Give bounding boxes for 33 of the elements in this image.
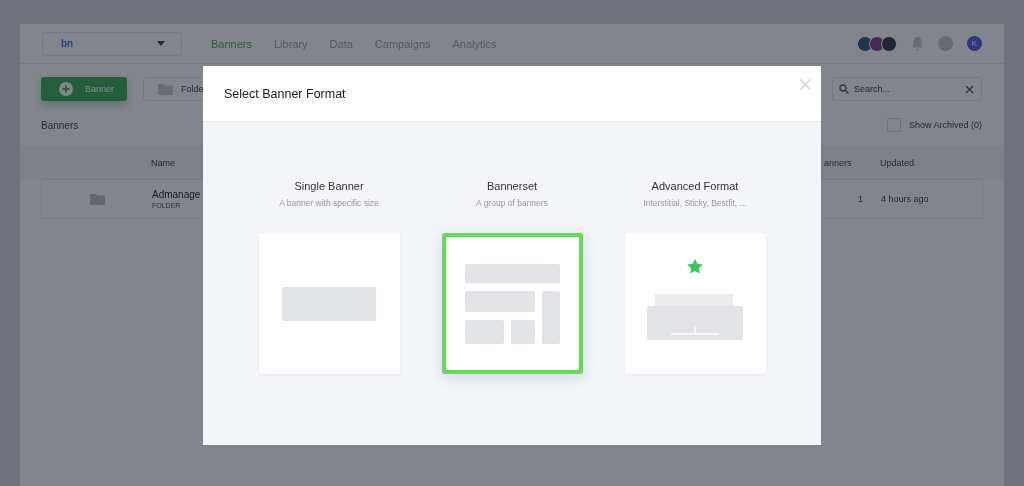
plus-circle-icon	[59, 82, 73, 96]
folder-name[interactable]: Admanage	[152, 189, 201, 200]
search-icon	[839, 84, 849, 94]
column-header: Name	[151, 157, 176, 168]
format-description: A group of banners	[476, 198, 548, 208]
folder-icon	[89, 193, 105, 205]
table-cell-text: 1	[857, 194, 863, 204]
table-cell-text: 4 hours ago	[880, 194, 930, 204]
team-avatar[interactable]	[857, 35, 873, 52]
new-banner-button[interactable]: Banner	[41, 77, 127, 101]
close-icon[interactable]	[800, 79, 811, 90]
format-description: A banner with specific size	[279, 198, 379, 208]
caret-icon	[157, 41, 165, 46]
workspace-dropdown[interactable]: bn	[42, 31, 182, 56]
section-title: Banners	[41, 119, 79, 131]
format-title: Single Banner	[294, 180, 364, 192]
column-header: Updated	[880, 157, 916, 168]
format-card[interactable]	[441, 233, 583, 374]
folder-icon	[158, 83, 173, 95]
search-field[interactable]: Search...	[832, 77, 982, 101]
format-title: Advanced Format	[651, 180, 739, 192]
format-description: Interstitial, Sticky, Bestfit, ...	[643, 198, 747, 208]
team-avatar[interactable]	[881, 35, 897, 52]
column-header: anners	[824, 157, 853, 168]
format-card[interactable]	[624, 233, 766, 374]
checkbox-label: Show Archived (0)	[908, 120, 982, 130]
format-card[interactable]	[258, 233, 400, 374]
format-title: Bannerset	[486, 180, 538, 192]
team-avatar[interactable]	[869, 35, 885, 52]
star-icon	[687, 259, 703, 274]
bell-icon[interactable]	[911, 36, 924, 51]
clear-icon[interactable]	[965, 85, 974, 94]
nav-tab[interactable]: Banners	[211, 37, 252, 50]
